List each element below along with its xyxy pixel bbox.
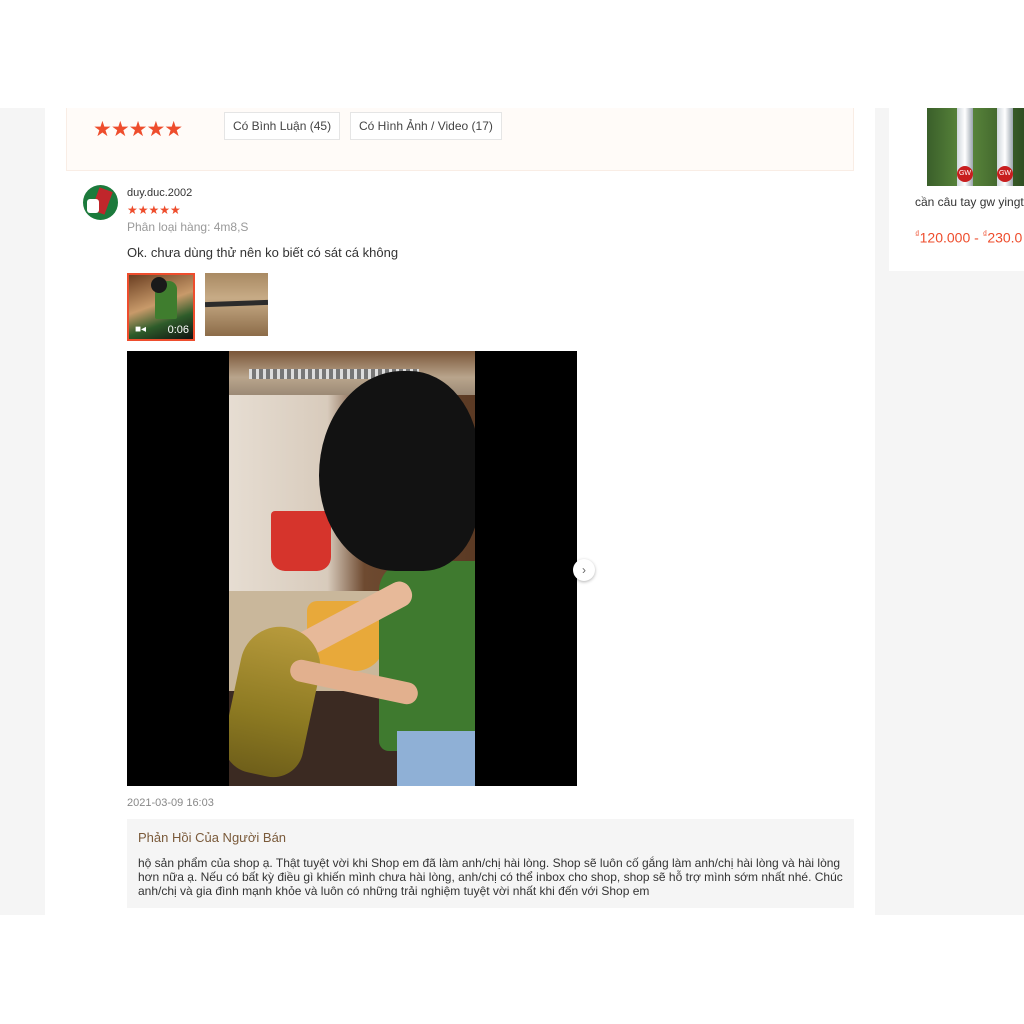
side-product-card[interactable]: GW GW cần câu tay gw yingt ₫120.000 - ₫2… bbox=[889, 108, 1024, 271]
video-camera-icon: ■◂ bbox=[135, 324, 147, 335]
chevron-right-icon: › bbox=[582, 563, 586, 577]
reviews-panel: ★★★★★ Có Bình Luận (45) Có Hình Ảnh / Vi… bbox=[45, 108, 875, 915]
side-product-name[interactable]: cần câu tay gw yingt bbox=[915, 195, 1024, 209]
review-stars: ★★★★★ bbox=[127, 203, 181, 217]
seller-reply-title: Phản Hồi Của Người Bán bbox=[138, 830, 287, 845]
review-variant: Phân loại hàng: 4m8,S bbox=[127, 220, 249, 234]
avatar[interactable] bbox=[83, 185, 118, 220]
review-username[interactable]: duy.duc.2002 bbox=[127, 187, 192, 199]
review-comment: Ok. chưa dùng thử nên ko biết có sát cá … bbox=[127, 245, 399, 260]
review-date: 2021-03-09 16:03 bbox=[127, 797, 214, 809]
side-product-image[interactable]: GW GW bbox=[927, 108, 1024, 186]
rating-overview: ★★★★★ Có Bình Luận (45) Có Hình Ảnh / Vi… bbox=[66, 108, 854, 171]
next-media-button[interactable]: › bbox=[573, 559, 595, 581]
seller-reply-text: hộ sản phẩm của shop ạ. Thật tuyệt vời k… bbox=[138, 856, 843, 898]
video-frame bbox=[229, 351, 475, 786]
image-thumbnail[interactable] bbox=[205, 273, 268, 336]
seller-reply: Phản Hồi Của Người Bán hộ sản phẩm của s… bbox=[127, 819, 854, 908]
video-player[interactable] bbox=[127, 351, 577, 786]
filter-with-media-button[interactable]: Có Hình Ảnh / Video (17) bbox=[350, 112, 502, 140]
page-frame: ★★★★★ Có Bình Luận (45) Có Hình Ảnh / Vi… bbox=[0, 108, 1024, 915]
filter-with-comment-button[interactable]: Có Bình Luận (45) bbox=[224, 112, 341, 140]
video-duration: 0:06 bbox=[167, 324, 189, 336]
video-thumbnail[interactable]: ■◂ 0:06 bbox=[127, 273, 195, 341]
side-product-price: ₫120.000 - ₫230.0 bbox=[915, 229, 1023, 246]
overview-stars: ★★★★★ bbox=[93, 118, 183, 141]
